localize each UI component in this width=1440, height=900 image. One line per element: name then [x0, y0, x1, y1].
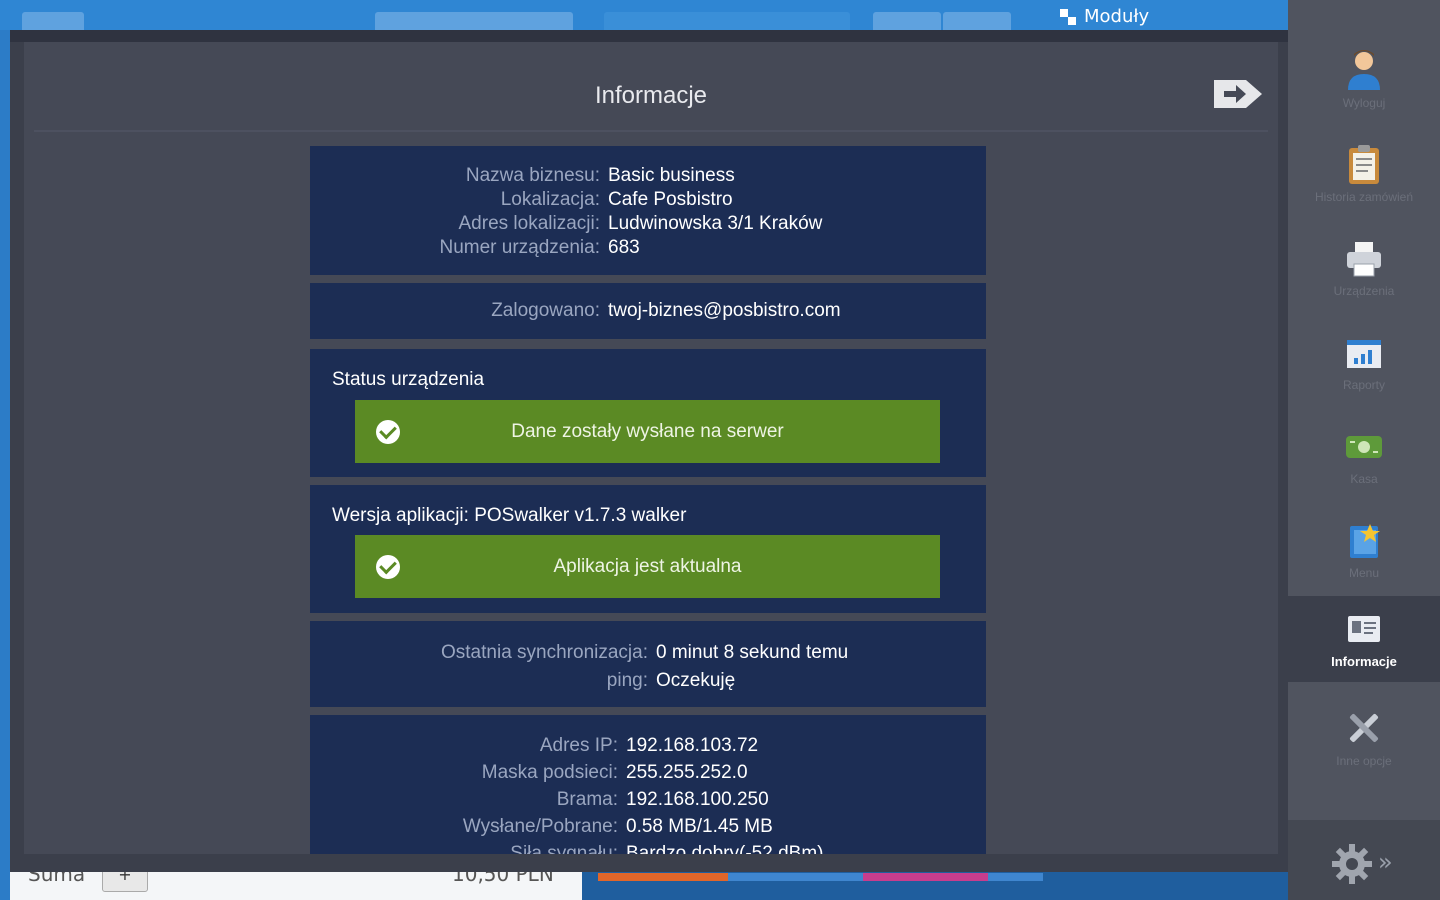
ip-address-value: 192.168.103.72 [626, 735, 759, 756]
location-value: Cafe Posbistro [608, 189, 733, 210]
modules-icon [1060, 8, 1076, 25]
sidebar-item-label: Menu [1348, 566, 1380, 580]
sidebar-item-cash[interactable]: Kasa [1288, 414, 1440, 508]
location-address-value: Ludwinowska 3/1 Kraków [608, 213, 823, 234]
login-card: Zalogowano: twoj-biznes@posbistro.com [310, 283, 986, 339]
app-version-heading: Wersja aplikacji: POSwalker v1.7.3 walke… [332, 505, 687, 526]
sidebar-item-order-history[interactable]: Historia zamówień [1288, 132, 1440, 226]
color-strip [598, 873, 728, 881]
report-chart-icon [1347, 340, 1381, 368]
business-info-card: Nazwa biznesu: Basic business Lokalizacj… [310, 146, 986, 275]
location-address-row: Adres lokalizacji: Ludwinowska 3/1 Krakó… [310, 212, 986, 236]
sidebar-item-reports[interactable]: Raporty [1288, 320, 1440, 414]
location-label: Lokalizacja: [500, 189, 600, 210]
location-row: Lokalizacja: Cafe Posbistro [310, 188, 986, 212]
traffic-row: Wysłane/Pobrane: 0.58 MB/1.45 MB [310, 813, 986, 840]
device-number-label: Numer urządzenia: [439, 237, 600, 258]
printer-icon [1347, 242, 1381, 277]
device-status-card: Status urządzenia Dane zostały wysłane n… [310, 349, 986, 477]
device-number-row: Numer urządzenia: 683 [310, 236, 986, 260]
sidebar-item-label: Inne opcje [1336, 754, 1392, 768]
sidebar-item-label: Kasa [1350, 472, 1378, 486]
sidebar-item-logout[interactable]: Wyloguj [1288, 38, 1440, 132]
title-divider [34, 130, 1268, 132]
gateway-value: 192.168.100.250 [626, 789, 769, 810]
clipboard-icon [1349, 145, 1379, 184]
business-name-value: Basic business [608, 165, 735, 186]
sidebar-item-devices[interactable]: Urządzenia [1288, 226, 1440, 320]
information-dialog-body: Informacje Nazwa biznesu: Basic business… [24, 42, 1278, 854]
check-circle-icon [376, 555, 400, 579]
subnet-mask-value: 255.255.252.0 [626, 762, 748, 783]
login-value: twoj-biznes@posbistro.com [608, 300, 841, 321]
gateway-label: Brama: [556, 789, 618, 810]
last-sync-label: Ostatnia synchronizacja: [441, 642, 648, 663]
sidebar-item-menu[interactable]: Menu [1288, 508, 1440, 602]
dialog-title: Informacje [594, 82, 708, 109]
gear-icon[interactable] [1330, 842, 1374, 886]
modules-button[interactable]: Moduły [1060, 6, 1149, 27]
exit-arrow-icon[interactable] [1210, 74, 1266, 114]
gateway-row: Brama: 192.168.100.250 [310, 786, 986, 813]
color-strip [988, 873, 1043, 881]
background-tab[interactable] [604, 12, 850, 30]
background-tab[interactable] [375, 12, 573, 30]
color-strip [863, 873, 988, 881]
signal-strength-row: Siła sygnału: Bardzo dobry(-52 dBm) [310, 840, 986, 854]
signal-strength-label: Siła sygnału: [510, 843, 618, 854]
business-name-label: Nazwa biznesu: [465, 165, 600, 186]
ip-address-label: Adres IP: [539, 735, 618, 756]
user-icon [1348, 50, 1380, 90]
login-label: Zalogowano: [491, 300, 600, 321]
sidebar: Wyloguj Historia zamówień Urządzenia Rap… [1288, 0, 1440, 900]
device-number-value: 683 [608, 237, 640, 258]
ping-row: ping: Oczekuję [310, 667, 986, 695]
login-row: Zalogowano: twoj-biznes@posbistro.com [310, 299, 986, 323]
check-circle-icon [376, 420, 400, 444]
sync-card: Ostatnia synchronizacja: 0 minut 8 sekun… [310, 621, 986, 707]
signal-strength-value: Bardzo dobry(-52 dBm) [626, 843, 824, 854]
traffic-label: Wysłane/Pobrane: [462, 816, 618, 837]
sidebar-item-label: Urządzenia [1333, 284, 1395, 298]
info-card-icon [1348, 616, 1380, 642]
background-tab[interactable] [873, 12, 941, 30]
business-name-row: Nazwa biznesu: Basic business [310, 164, 986, 188]
ping-label: ping: [606, 670, 648, 691]
subnet-mask-label: Maska podsieci: [481, 762, 618, 783]
chevron-right-icon[interactable]: » [1378, 848, 1393, 876]
sidebar-item-label: Historia zamówień [1314, 190, 1414, 204]
sidebar-item-label: Wyloguj [1342, 96, 1386, 110]
subnet-mask-row: Maska podsieci: 255.255.252.0 [310, 759, 986, 786]
device-status-heading: Status urządzenia [332, 369, 485, 390]
last-sync-row: Ostatnia synchronizacja: 0 minut 8 sekun… [310, 639, 986, 667]
information-dialog: Informacje Nazwa biznesu: Basic business… [10, 30, 1288, 872]
background-tab[interactable] [22, 12, 84, 30]
traffic-value: 0.58 MB/1.45 MB [626, 816, 773, 837]
background-tab[interactable] [943, 12, 1011, 30]
ip-address-row: Adres IP: 192.168.103.72 [310, 732, 986, 759]
modules-label: Moduły [1084, 6, 1150, 27]
sidebar-item-label: Informacje [1331, 654, 1397, 669]
cash-icon [1346, 436, 1382, 458]
sidebar-item-information[interactable]: Informacje [1288, 596, 1440, 682]
network-card: Adres IP: 192.168.103.72 Maska podsieci:… [310, 715, 986, 854]
tools-icon [1349, 713, 1379, 743]
ping-value: Oczekuję [656, 670, 736, 691]
color-strip [728, 873, 863, 881]
device-status-text: Dane zostały wysłane na serwer [511, 420, 784, 442]
sidebar-item-label: Raporty [1342, 378, 1386, 392]
location-address-label: Adres lokalizacji: [458, 213, 601, 234]
sidebar-item-other-options[interactable]: Inne opcje [1288, 696, 1440, 790]
last-sync-value: 0 minut 8 sekund temu [656, 642, 849, 663]
menu-book-icon [1350, 524, 1380, 558]
device-status-bar: Dane zostały wysłane na serwer [355, 400, 940, 463]
app-version-status-bar: Aplikacja jest aktualna [355, 535, 940, 598]
app-version-card: Wersja aplikacji: POSwalker v1.7.3 walke… [310, 485, 986, 613]
app-version-status-text: Aplikacja jest aktualna [553, 555, 742, 577]
